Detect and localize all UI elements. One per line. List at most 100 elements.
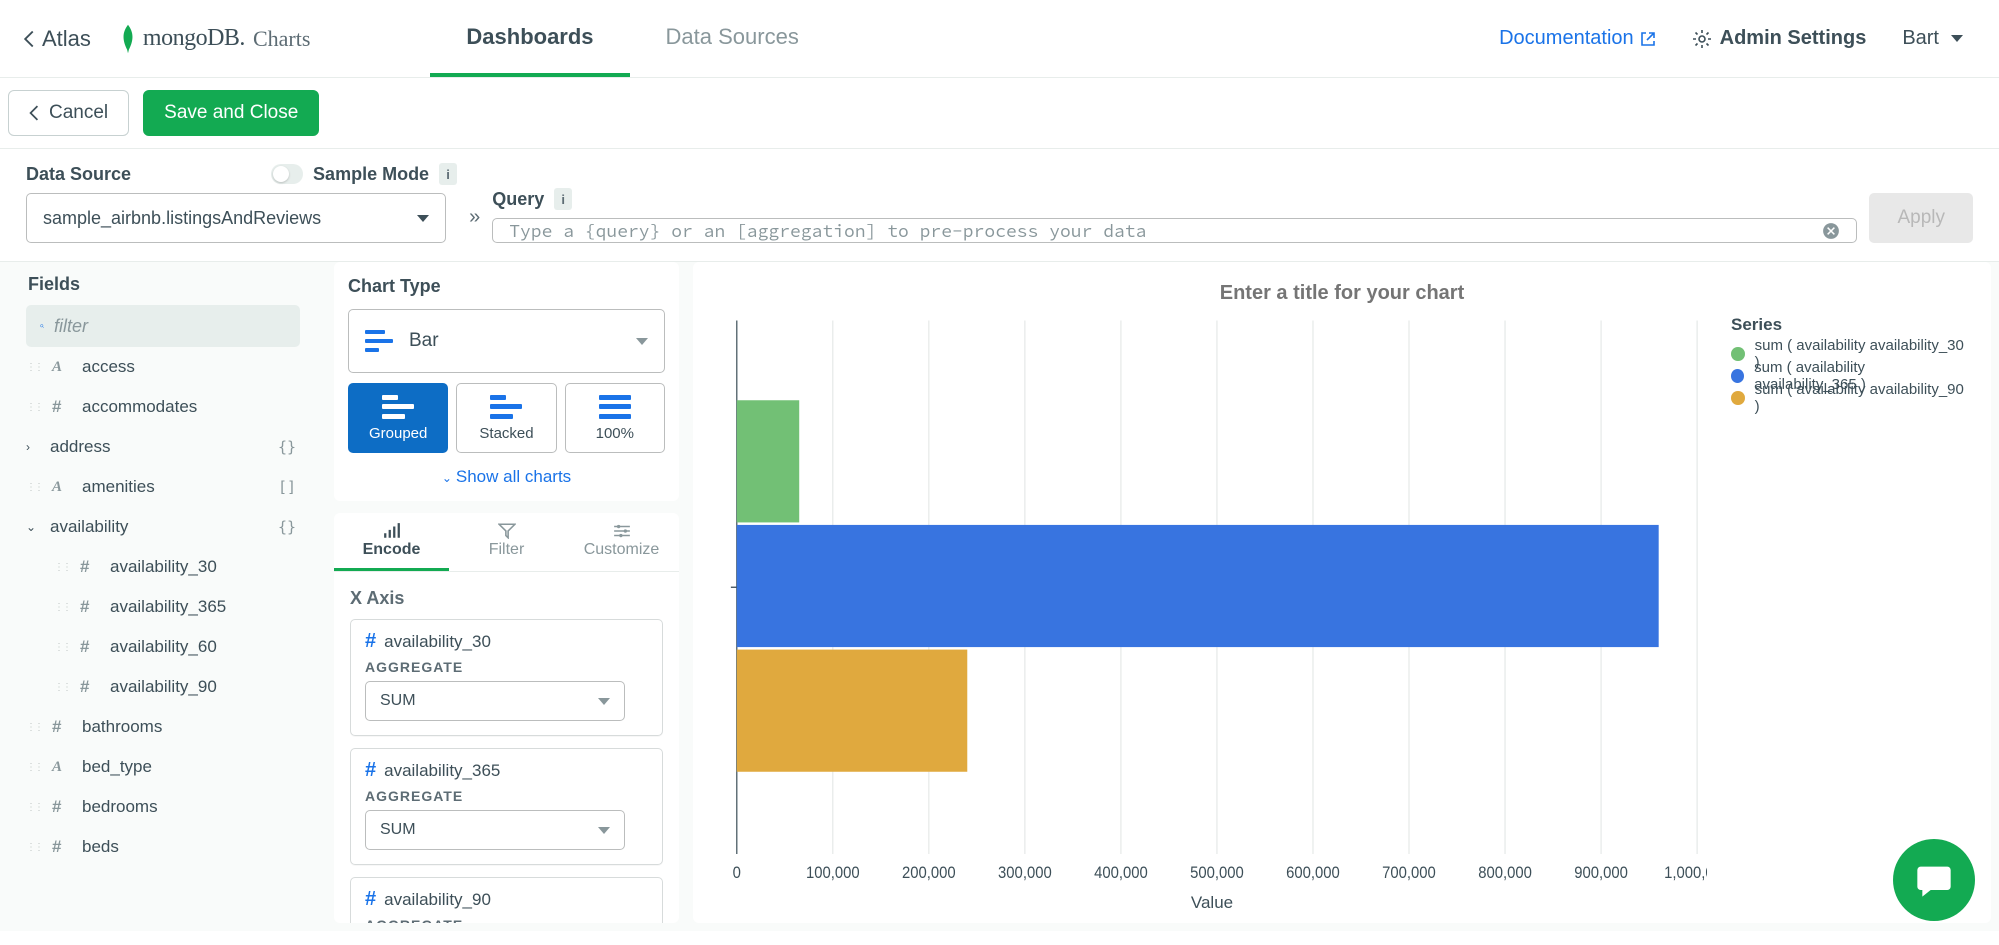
drag-handle-icon[interactable]: ⋮⋮ (26, 402, 42, 413)
drag-handle-icon[interactable]: ⋮⋮ (26, 762, 42, 773)
drag-handle-icon[interactable]: ⋮⋮ (26, 482, 42, 493)
chart-title-input[interactable] (717, 282, 1967, 305)
drag-handle-icon[interactable]: ⋮⋮ (54, 642, 70, 653)
drag-handle-icon[interactable]: ⋮⋮ (26, 362, 42, 373)
legend-swatch (1731, 369, 1744, 383)
tab-filter[interactable]: Filter (449, 513, 564, 571)
tab-datasources[interactable]: Data Sources (630, 0, 835, 77)
field-meta: {} (278, 518, 296, 536)
tab-dashboards[interactable]: Dashboards (430, 0, 629, 77)
field-row[interactable]: ⋮⋮bathrooms (26, 707, 296, 747)
cancel-button[interactable]: Cancel (8, 90, 129, 136)
documentation-link[interactable]: Documentation (1499, 27, 1656, 50)
atlas-label: Atlas (42, 26, 91, 52)
drag-handle-icon[interactable]: ⋮⋮ (26, 722, 42, 733)
chat-help-button[interactable] (1893, 839, 1975, 921)
chart-type-select[interactable]: Bar (348, 309, 665, 373)
user-menu[interactable]: Bart (1902, 27, 1963, 50)
collapse-icon[interactable]: ⌄ (26, 520, 40, 534)
field-row[interactable]: ⋮⋮beds (26, 827, 296, 867)
config-bar: Data Source Sample Mode i sample_airbnb.… (0, 149, 1999, 261)
aggregate-value: SUM (380, 692, 416, 710)
type-icon (80, 597, 100, 617)
type-icon (80, 637, 100, 657)
info-icon[interactable]: i (439, 163, 457, 185)
field-row[interactable]: ⋮⋮accommodates (26, 387, 296, 427)
caret-down-icon (636, 338, 648, 345)
field-row[interactable]: ⋮⋮availability_30 (26, 547, 296, 587)
sample-mode-toggle[interactable] (271, 164, 303, 184)
tab-encode[interactable]: Encode (334, 513, 449, 571)
encoding-field-name: availability_365 (384, 761, 500, 781)
drag-handle-icon[interactable]: ⋮⋮ (26, 842, 42, 853)
field-row[interactable]: ⋮⋮availability_365 (26, 587, 296, 627)
atlas-back-link[interactable]: Atlas (24, 26, 91, 52)
svg-text:100,000: 100,000 (806, 865, 860, 883)
field-row[interactable]: ⌄ availability {} (26, 507, 296, 547)
show-all-label: Show all charts (456, 467, 571, 486)
x-axis-title: Value (717, 893, 1707, 913)
chart-config-panel: Chart Type Bar Grouped Stacked 100% (334, 262, 679, 923)
field-name: availability (50, 517, 128, 537)
type-icon (52, 717, 72, 737)
chart-body: 0100,000200,000300,000400,000500,000600,… (717, 315, 1967, 913)
caret-down-icon (598, 698, 610, 705)
encoding-card[interactable]: #availability_30AGGREGATESUM (350, 619, 663, 736)
field-row[interactable]: ⋮⋮ availability_90 (26, 667, 296, 707)
aggregate-value: SUM (380, 821, 416, 839)
drag-handle-icon[interactable]: ⋮⋮ (54, 562, 70, 573)
fields-filter-input[interactable] (54, 316, 286, 337)
hash-icon: # (365, 888, 376, 911)
field-row[interactable]: ⋮⋮access (26, 347, 296, 387)
admin-label: Admin Settings (1720, 27, 1867, 50)
field-name: availability_90 (110, 677, 217, 697)
encoding-card[interactable]: #availability_90AGGREGATESUM (350, 877, 663, 923)
legend-title: Series (1731, 315, 1967, 335)
apply-button[interactable]: Apply (1869, 193, 1973, 243)
save-button[interactable]: Save and Close (143, 90, 319, 136)
drag-handle-icon[interactable]: ⋮⋮ (54, 682, 70, 693)
field-row[interactable]: ›address{} (26, 427, 296, 467)
field-row[interactable]: ⋮⋮amenities[] (26, 467, 296, 507)
data-source-select[interactable]: sample_airbnb.listingsAndReviews (26, 193, 446, 243)
type-icon (52, 359, 72, 376)
subtype-100pct[interactable]: 100% (565, 383, 665, 453)
field-row[interactable]: ⋮⋮bedrooms (26, 787, 296, 827)
type-icon (52, 479, 72, 496)
aggregate-select[interactable]: SUM (365, 810, 625, 850)
legend-label: sum ( availability availability_90 ) (1755, 381, 1967, 415)
field-row[interactable]: ⋮⋮availability_60 (26, 627, 296, 667)
clear-icon[interactable] (1822, 222, 1840, 240)
field-row[interactable]: ⋮⋮bed_type (26, 747, 296, 787)
info-icon[interactable]: i (554, 188, 572, 210)
hash-icon: # (365, 630, 376, 653)
tab-customize[interactable]: Customize (564, 513, 679, 571)
bar-chart-icon (365, 330, 393, 352)
collapse-icon[interactable]: » (469, 206, 480, 229)
encoding-field-name: availability_90 (384, 890, 491, 910)
field-meta: [] (278, 478, 296, 496)
show-all-charts-link[interactable]: ⌄Show all charts (348, 467, 665, 487)
tab-customize-label: Customize (584, 541, 660, 559)
encoding-field: #availability_30 (365, 630, 648, 653)
drag-handle-icon[interactable]: ⋮⋮ (26, 802, 42, 813)
field-meta: {} (278, 438, 296, 456)
chat-icon (1914, 860, 1954, 900)
encoding-card[interactable]: #availability_365AGGREGATESUM (350, 748, 663, 865)
admin-settings-link[interactable]: Admin Settings (1692, 27, 1867, 50)
type-icon (52, 759, 72, 776)
caret-down-icon (598, 827, 610, 834)
fields-list[interactable]: ⋮⋮access⋮⋮accommodates›address{}⋮⋮amenit… (26, 347, 312, 907)
expand-icon[interactable]: › (26, 440, 40, 454)
subtype-stacked[interactable]: Stacked (456, 383, 556, 453)
topnav-tabs: Dashboards Data Sources (430, 0, 834, 77)
query-input[interactable] (509, 219, 1822, 242)
aggregate-select[interactable]: SUM (365, 681, 625, 721)
subtype-grouped[interactable]: Grouped (348, 383, 448, 453)
pct-icon (599, 395, 631, 419)
drag-handle-icon[interactable]: ⋮⋮ (54, 602, 70, 613)
x-axis-label: X Axis (350, 588, 663, 609)
chevron-left-icon (29, 105, 39, 121)
encode-body[interactable]: X Axis #availability_30AGGREGATESUM#avai… (334, 572, 679, 923)
external-link-icon (1640, 31, 1656, 47)
